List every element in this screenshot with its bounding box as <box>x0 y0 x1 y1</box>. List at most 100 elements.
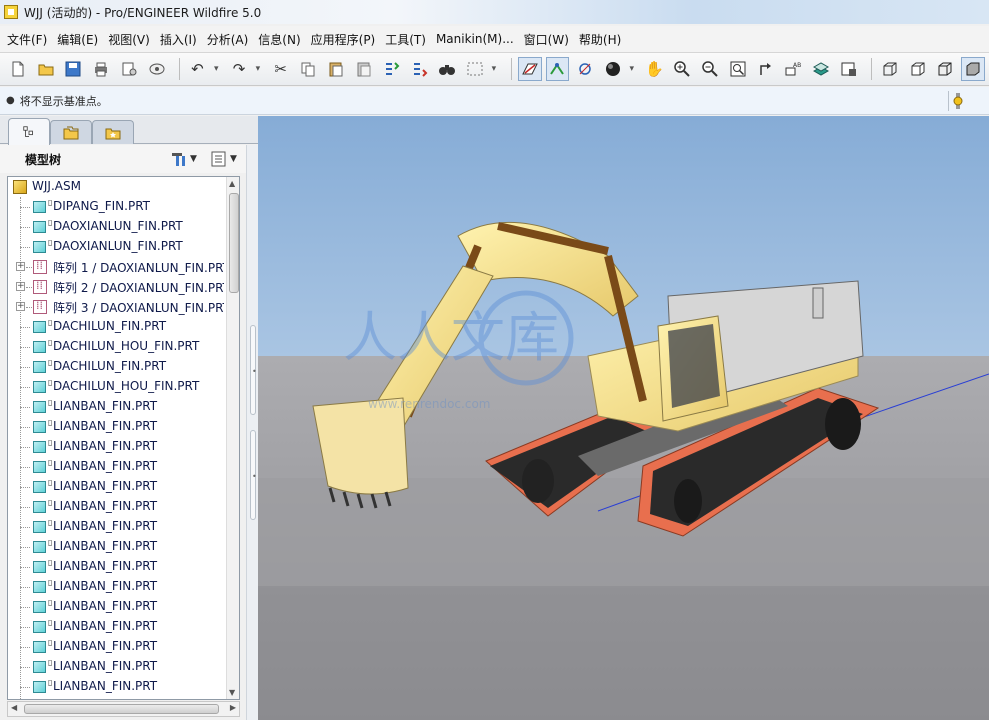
part-icon <box>33 561 46 573</box>
tree-part-row[interactable]: ▯LIANBAN_FIN.PRT <box>8 477 224 497</box>
tree-part-row[interactable]: ▯LIANBAN_FIN.PRT <box>8 497 224 517</box>
tree-root-row[interactable]: WJJ.ASM <box>8 177 224 197</box>
shading-dropdown-icon[interactable]: ▾ <box>625 57 639 81</box>
menu-tools[interactable]: 工具(T) <box>380 31 431 48</box>
expand-icon[interactable]: + <box>16 302 25 311</box>
datum-plane-display-icon[interactable] <box>517 57 542 81</box>
cut-icon[interactable]: ✂ <box>269 57 293 81</box>
select-dropdown-icon[interactable]: ▾ <box>487 57 501 81</box>
tree-part-row[interactable]: ▯LIANBAN_FIN.PRT <box>8 657 224 677</box>
tree-part-row[interactable]: ▯LIANBAN_FIN.PRT <box>8 597 224 617</box>
select-box-icon[interactable] <box>463 57 487 81</box>
tree-part-row[interactable]: ▯LIANBAN_FIN.PRT <box>8 637 224 657</box>
redo-icon[interactable]: ↷ <box>227 57 251 81</box>
send-mail-icon[interactable] <box>117 57 141 81</box>
tree-part-row[interactable]: ▯ DACHILUN_FIN.PRT <box>8 317 224 337</box>
tree-vertical-scroll-thumb[interactable] <box>229 193 239 293</box>
open-folder-icon[interactable] <box>34 57 58 81</box>
tree-part-row[interactable]: ▯LIANBAN_FIN.PRT <box>8 677 224 697</box>
view-manager-icon[interactable] <box>837 57 861 81</box>
navigator-splitter[interactable]: • • <box>246 145 258 720</box>
tree-item-label: LIANBAN_FIN.PRT <box>53 519 158 533</box>
scroll-left-icon[interactable]: ◀ <box>11 703 17 712</box>
reorient-icon[interactable] <box>754 57 778 81</box>
tree-part-row[interactable]: ▯LIANBAN_FIN.PRT <box>8 617 224 637</box>
undo-icon[interactable]: ↶ <box>186 57 210 81</box>
model-tree-header: 模型树 ▼ ▼ <box>0 145 246 173</box>
menu-window[interactable]: 窗口(W) <box>519 31 574 48</box>
datum-point-display-icon[interactable] <box>573 57 597 81</box>
menu-edit[interactable]: 编辑(E) <box>52 31 103 48</box>
datum-axis-display-icon[interactable] <box>545 57 570 81</box>
scroll-up-icon[interactable]: ▲ <box>229 179 235 188</box>
tree-part-row[interactable]: ▯LIANBAN_FIN.PRT <box>8 457 224 477</box>
zoom-in-icon[interactable] <box>671 57 695 81</box>
menu-applications[interactable]: 应用程序(P) <box>306 31 381 48</box>
tree-part-row[interactable]: ▯LIANBAN_FIN.PRT <box>8 437 224 457</box>
tree-settings-button[interactable]: ▼ <box>170 149 197 169</box>
tree-horizontal-scrollbar[interactable]: ◀ ▶ <box>7 701 240 717</box>
menu-manikin[interactable]: Manikin(M)... <box>431 32 519 46</box>
zoom-out-icon[interactable] <box>698 57 722 81</box>
menu-analysis[interactable]: 分析(A) <box>202 31 254 48</box>
tree-vertical-scrollbar[interactable]: ▲ ▼ <box>226 177 239 699</box>
new-file-icon[interactable] <box>6 57 30 81</box>
tree-pattern-row[interactable]: + 阵列 2 / DAOXIANLUN_FIN.PRT <box>8 277 224 297</box>
copy-icon[interactable] <box>297 57 321 81</box>
tree-horizontal-scroll-thumb[interactable] <box>24 704 219 714</box>
tree-part-row[interactable]: ▯ DACHILUN_FIN.PRT <box>8 357 224 377</box>
no-hidden-icon[interactable] <box>933 57 957 81</box>
tree-part-row[interactable]: ▯ DAOXIANLUN_FIN.PRT <box>8 217 224 237</box>
tree-part-row[interactable]: ▯LIANBAN_FIN.PRT <box>8 577 224 597</box>
expand-icon[interactable]: + <box>16 262 25 271</box>
tree-pattern-row[interactable]: + 阵列 3 / DAOXIANLUN_FIN.PRT <box>8 297 224 317</box>
undo-dropdown-icon[interactable]: ▾ <box>209 57 223 81</box>
wireframe-icon[interactable] <box>878 57 902 81</box>
expand-icon[interactable]: + <box>16 282 25 291</box>
toolbar-separator <box>510 58 512 80</box>
tree-part-row[interactable]: ▯ DACHILUN_HOU_FIN.PRT <box>8 377 224 397</box>
shaded-icon[interactable] <box>961 57 985 81</box>
layers-icon[interactable] <box>809 57 833 81</box>
tree-part-row[interactable]: ▯LIANBAN_FIN.PRT <box>8 537 224 557</box>
print-icon[interactable] <box>89 57 113 81</box>
tree-item-label: DACHILUN_HOU_FIN.PRT <box>53 379 200 393</box>
scroll-down-icon[interactable]: ▼ <box>229 688 235 697</box>
regenerate-manager-icon[interactable] <box>408 57 432 81</box>
tree-part-row[interactable]: ▯LIANBAN_FIN.PRT <box>8 517 224 537</box>
pan-hand-icon[interactable]: ✋ <box>643 57 667 81</box>
tree-part-row[interactable]: ▯LIANBAN_FIN.PRT <box>8 417 224 437</box>
model-tree-tab-icon[interactable] <box>8 118 50 145</box>
paste-icon[interactable] <box>324 57 348 81</box>
menu-file[interactable]: 文件(F) <box>2 31 52 48</box>
regenerate-icon[interactable] <box>380 57 404 81</box>
tree-part-row[interactable]: ▯ DAOXIANLUN_FIN.PRT <box>8 237 224 257</box>
graphics-viewport[interactable]: 人人文库 www.renrendoc.com <box>258 116 989 720</box>
scroll-right-icon[interactable]: ▶ <box>230 703 236 712</box>
favorites-tab-icon[interactable] <box>92 120 134 144</box>
tree-pattern-row[interactable]: + 阵列 1 / DAOXIANLUN_FIN.PRT <box>8 257 224 277</box>
traffic-light-icon[interactable] <box>949 92 967 110</box>
tree-part-row[interactable]: ▯ DIPANG_FIN.PRT <box>8 197 224 217</box>
folder-browser-tab-icon[interactable] <box>50 120 92 144</box>
menu-info[interactable]: 信息(N) <box>253 31 305 48</box>
paste-special-icon[interactable] <box>352 57 376 81</box>
redo-dropdown-icon[interactable]: ▾ <box>251 57 265 81</box>
shading-sphere-icon[interactable] <box>601 57 625 81</box>
tree-show-button[interactable]: ▼ <box>210 149 237 169</box>
send-link-icon[interactable] <box>145 57 169 81</box>
part-icon <box>33 501 46 513</box>
tree-part-row[interactable]: ▯LIANBAN_FIN.PRT <box>8 697 224 699</box>
hidden-line-icon[interactable] <box>906 57 930 81</box>
tree-part-row[interactable]: ▯LIANBAN_FIN.PRT <box>8 397 224 417</box>
refit-icon[interactable] <box>726 57 750 81</box>
save-icon[interactable] <box>62 57 86 81</box>
part-icon <box>33 321 46 333</box>
saved-views-icon[interactable]: AB <box>782 57 806 81</box>
menu-help[interactable]: 帮助(H) <box>574 31 626 48</box>
menu-insert[interactable]: 插入(I) <box>155 31 202 48</box>
tree-part-row[interactable]: ▯LIANBAN_FIN.PRT <box>8 557 224 577</box>
find-binoculars-icon[interactable] <box>435 57 459 81</box>
menu-view[interactable]: 视图(V) <box>103 31 155 48</box>
tree-part-row[interactable]: ▯ DACHILUN_HOU_FIN.PRT <box>8 337 224 357</box>
